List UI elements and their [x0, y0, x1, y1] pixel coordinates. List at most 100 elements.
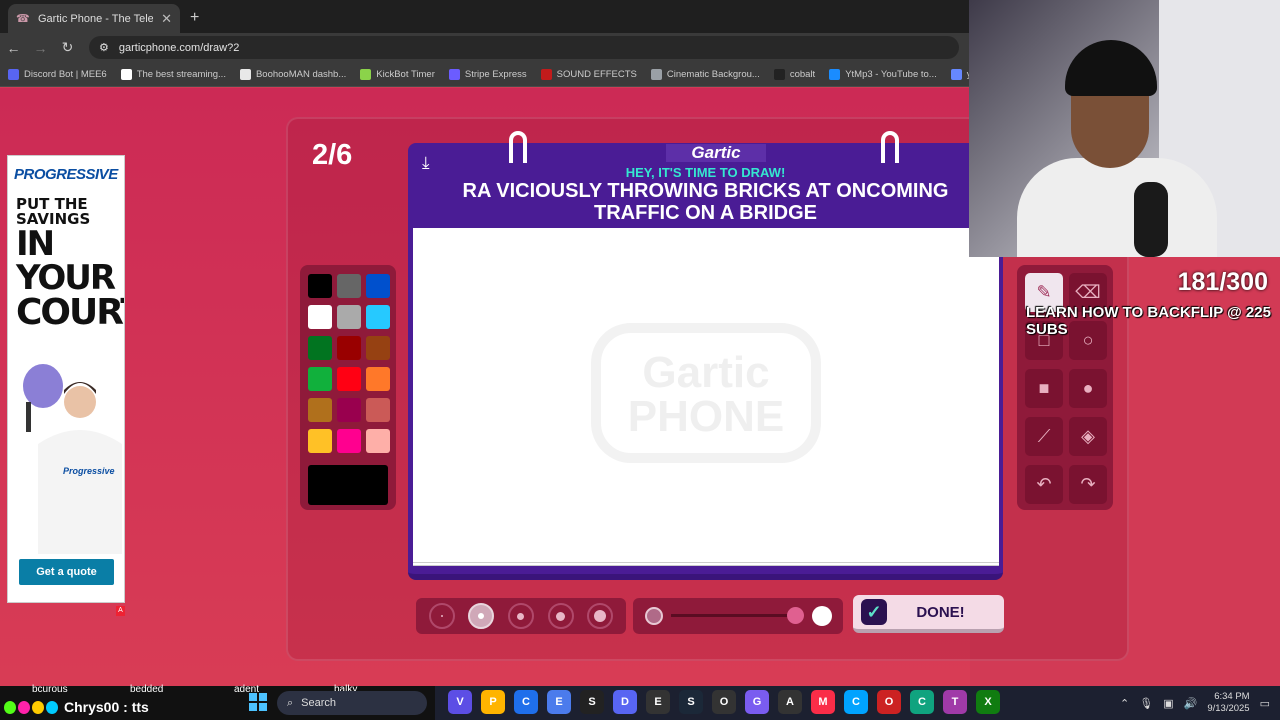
color-swatch[interactable]	[337, 429, 361, 453]
get-quote-button[interactable]: Get a quote	[19, 559, 114, 585]
bookmark-item[interactable]: KickBot Timer	[360, 68, 435, 80]
bookmark-item[interactable]: YtMp3 - YouTube to...	[829, 68, 937, 80]
forward-icon[interactable]: →	[27, 40, 54, 56]
taskbar-app-icon[interactable]: X	[976, 690, 1000, 714]
brush-size-4[interactable]	[547, 603, 574, 629]
clock[interactable]: 6:34 PM 9/13/2025	[1207, 691, 1249, 715]
opacity-high-icon	[812, 606, 832, 626]
color-palette	[300, 265, 396, 510]
bookmark-item[interactable]: Stripe Express	[448, 68, 527, 80]
taskbar-app-icon[interactable]: C	[844, 690, 868, 714]
color-swatch[interactable]	[337, 305, 361, 329]
color-swatch[interactable]	[308, 274, 332, 298]
opacity-handle[interactable]	[787, 607, 804, 624]
opacity-slider[interactable]	[633, 598, 843, 634]
bookmark-item[interactable]: The best streaming...	[120, 68, 226, 80]
taskbar-app-icon[interactable]: C	[910, 690, 934, 714]
overlay-name: bedded	[130, 684, 164, 695]
bookmark-item[interactable]: BoohooMAN dashb...	[239, 68, 346, 80]
color-swatch[interactable]	[308, 429, 332, 453]
bookmark-label: Discord Bot | MEE6	[24, 68, 107, 80]
taskbar-search[interactable]: ⌕ Search	[277, 691, 427, 715]
opacity-track[interactable]	[671, 614, 796, 617]
color-swatch[interactable]	[337, 398, 361, 422]
site-info-icon[interactable]: ⚙	[99, 41, 109, 54]
undo-button[interactable]: ↶	[1025, 465, 1063, 504]
color-swatch[interactable]	[337, 336, 361, 360]
tray-chevron-icon[interactable]: ⌃	[1120, 697, 1129, 710]
color-swatch[interactable]	[366, 305, 390, 329]
taskbar-app-icon[interactable]: C	[514, 690, 538, 714]
color-swatch[interactable]	[337, 274, 361, 298]
bookmark-item[interactable]: cobalt	[773, 68, 815, 80]
ad-brand: PROGRESSIVE	[14, 166, 118, 183]
microphone-icon	[1134, 182, 1168, 257]
bookmark-favicon-icon	[8, 68, 19, 80]
eraser-icon: ⌫	[1075, 282, 1101, 302]
brush-size-selector	[416, 598, 626, 634]
cam-person-body	[1017, 158, 1217, 257]
bookmark-item[interactable]: ytmp4	[950, 68, 970, 80]
bookmark-item[interactable]: Discord Bot | MEE6	[8, 68, 107, 80]
bookmark-favicon-icon	[120, 68, 132, 80]
brush-size-2[interactable]	[468, 603, 495, 629]
ellipse-filled-tool[interactable]: ●	[1069, 369, 1107, 408]
reload-icon[interactable]: ↻	[54, 39, 81, 56]
bookmark-item[interactable]: SOUND EFFECTS	[540, 68, 637, 80]
current-color-swatch	[308, 465, 388, 505]
color-swatch[interactable]	[308, 336, 332, 360]
progressive-ad[interactable]: PROGRESSIVE PUT THE SAVINGS IN YOUR COUR…	[7, 155, 125, 603]
bookmark-item[interactable]: Cinematic Backgrou...	[650, 68, 760, 80]
taskbar-app-icon[interactable]: T	[943, 690, 967, 714]
bookmark-label: KickBot Timer	[376, 68, 435, 80]
windows-start-icon[interactable]	[249, 693, 267, 711]
fill-tool[interactable]: ◈	[1069, 417, 1107, 456]
adchoices-icon[interactable]: A	[116, 606, 125, 616]
close-tab-icon[interactable]: ✕	[161, 11, 172, 27]
address-bar-row: ← → ↻ ⚙ garticphone.com/draw?2	[0, 33, 970, 62]
taskbar-app-icon[interactable]: A	[778, 690, 802, 714]
round-counter: 2/6	[312, 139, 353, 171]
color-swatch[interactable]	[308, 305, 332, 329]
color-swatch[interactable]	[366, 336, 390, 360]
taskbar-app-icon[interactable]: S	[679, 690, 703, 714]
rectangle-filled-tool[interactable]: ■	[1025, 369, 1063, 408]
back-icon[interactable]: ←	[0, 40, 27, 56]
redo-button[interactable]: ↷	[1069, 465, 1107, 504]
color-swatch[interactable]	[337, 367, 361, 391]
ad-line-1: PUT THE SAVINGS	[16, 195, 91, 228]
taskbar-app-icon[interactable]: D	[613, 690, 637, 714]
ellipse-filled-icon: ●	[1082, 378, 1094, 398]
brush-size-3[interactable]	[507, 603, 534, 629]
taskbar-app-icon[interactable]: G	[745, 690, 769, 714]
bookmark-label: YtMp3 - YouTube to...	[845, 68, 937, 80]
taskbar-app-icon[interactable]: V	[448, 690, 472, 714]
taskbar-app-icon[interactable]: E	[646, 690, 670, 714]
volume-icon[interactable]: 🔊	[1184, 697, 1198, 710]
taskbar-app-icon[interactable]: E	[547, 690, 571, 714]
taskbar-app-icon[interactable]: O	[712, 690, 736, 714]
network-icon[interactable]: ▣	[1163, 697, 1173, 710]
taskbar-app-icon[interactable]: O	[877, 690, 901, 714]
taskbar-app-icon[interactable]: S	[580, 690, 604, 714]
url-field[interactable]: ⚙ garticphone.com/draw?2	[89, 36, 959, 59]
color-swatch[interactable]	[366, 274, 390, 298]
color-swatch[interactable]	[366, 429, 390, 453]
drawing-canvas[interactable]: Gartic PHONE	[413, 228, 999, 566]
bookmark-favicon-icon	[540, 68, 552, 80]
done-button[interactable]: ✓ DONE!	[853, 595, 1004, 633]
taskbar-app-icon[interactable]: M	[811, 690, 835, 714]
taskbar-app-icon[interactable]: P	[481, 690, 505, 714]
color-swatch[interactable]	[308, 398, 332, 422]
tab-gartic-phone[interactable]: ☎ Gartic Phone - The Telephone G ✕	[8, 4, 180, 33]
notification-icon[interactable]: ▭	[1260, 697, 1270, 710]
color-swatch[interactable]	[366, 367, 390, 391]
line-tool[interactable]: ⟋	[1025, 417, 1063, 456]
color-swatch[interactable]	[366, 398, 390, 422]
brush-size-5[interactable]	[587, 603, 614, 629]
mic-tray-icon[interactable]: 🎙	[1139, 697, 1153, 710]
brush-size-1[interactable]	[428, 603, 455, 629]
search-icon: ⌕	[287, 696, 294, 709]
new-tab-icon[interactable]: +	[180, 9, 209, 33]
color-swatch[interactable]	[308, 367, 332, 391]
